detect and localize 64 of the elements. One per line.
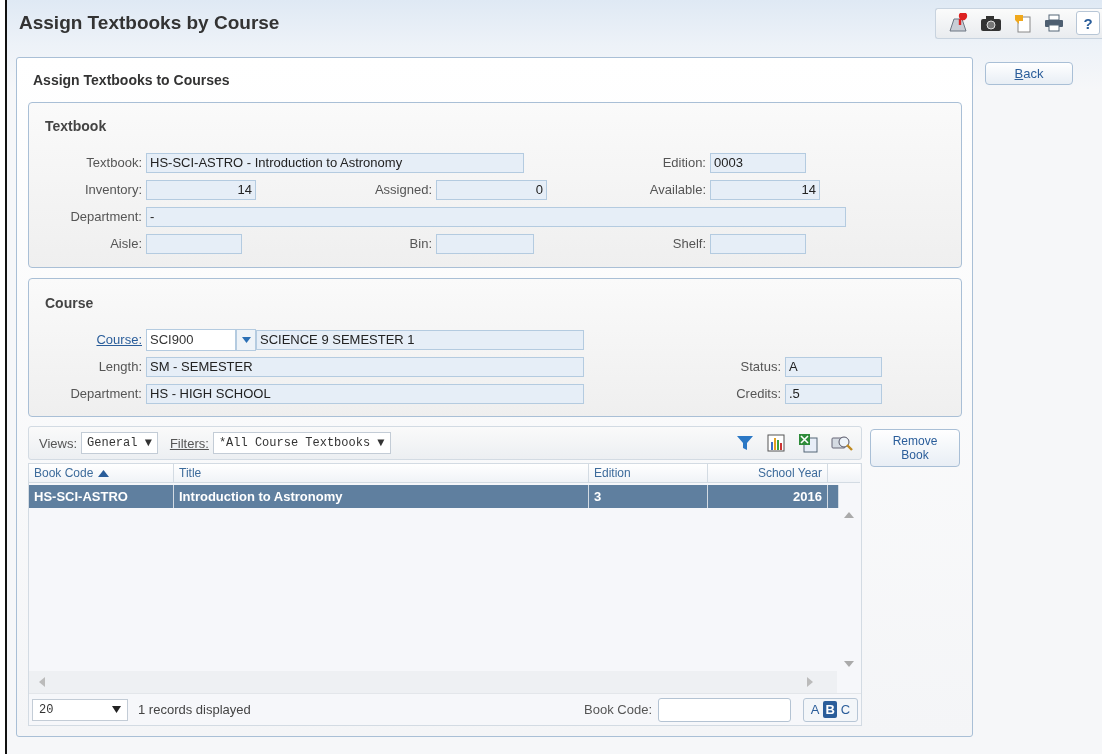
bar-chart-icon[interactable] [767, 434, 785, 452]
readonly-field: .5 [785, 383, 882, 404]
readonly-field: A [785, 356, 882, 377]
panel-title: Course [45, 294, 94, 311]
field-label: Shelf: [671, 236, 707, 251]
page-size-dropdown[interactable]: 20 [32, 698, 128, 721]
field-label: Credits: [735, 386, 782, 401]
table-cell[interactable] [828, 485, 839, 508]
readonly-field: SM - SEMESTER [146, 356, 584, 377]
document-icon[interactable] [1014, 13, 1032, 33]
column-header[interactable]: School Year [708, 464, 828, 483]
readonly-field: 14 [146, 179, 256, 200]
filters-dropdown[interactable]: *All Course Textbooks ▼ [212, 432, 391, 454]
field-label: Length: [97, 359, 143, 374]
scroll-down-icon[interactable] [844, 661, 854, 667]
field-label: Inventory: [83, 182, 143, 197]
column-header[interactable]: Book Code [29, 464, 174, 483]
course-code-field[interactable]: SCI900 [146, 328, 236, 351]
readonly-field: 14 [710, 179, 820, 200]
records-count: 1 records displayed [138, 702, 251, 717]
field-label: Department: [69, 386, 143, 401]
caret-icon [112, 706, 121, 713]
readonly-field: HS-SCI-ASTRO - Introduction to Astronomy [146, 152, 524, 173]
course-description-field: SCIENCE 9 SEMESTER 1 [256, 329, 584, 350]
camera-icon[interactable] [980, 14, 1002, 32]
spreadsheet-icon[interactable] [798, 433, 818, 453]
course-link[interactable]: Course: [29, 332, 146, 347]
search-label: Book Code: [584, 702, 652, 717]
caret-icon [241, 336, 251, 343]
views-label: Views: [39, 435, 78, 451]
table-cell[interactable]: Introduction to Astronomy [174, 485, 589, 508]
letter-toggle[interactable]: A B C [803, 697, 858, 722]
field-label: Aisle: [109, 236, 143, 251]
map-marker-icon[interactable] [948, 13, 968, 33]
help-button[interactable]: ? [1076, 11, 1100, 35]
views-dropdown[interactable]: General ▼ [81, 432, 158, 454]
column-header[interactable]: Title [174, 464, 589, 483]
field-label: Textbook: [85, 155, 143, 170]
field-label: Available: [648, 182, 707, 197]
field-label: Bin: [408, 236, 433, 251]
printer-icon[interactable] [1044, 14, 1064, 32]
panel-title: Textbook [45, 118, 107, 134]
readonly-field: - [146, 206, 846, 227]
section-title: Assign Textbooks to Courses [32, 71, 231, 90]
table-cell[interactable]: HS-SCI-ASTRO [29, 485, 174, 508]
back-button[interactable]: Back [985, 62, 1073, 85]
window-title: Assign Textbooks by Course [19, 12, 280, 34]
column-header[interactable]: Edition [589, 464, 708, 483]
scroll-up-icon[interactable] [844, 512, 854, 518]
readonly-field: HS - HIGH SCHOOL [146, 383, 584, 404]
field-label: Department: [69, 209, 143, 224]
field-label: Edition: [661, 155, 707, 170]
readonly-field: 0 [436, 179, 547, 200]
field-label: Status: [739, 359, 782, 374]
readonly-field: 0003 [710, 152, 806, 173]
remove-book-button[interactable]: Remove Book [870, 429, 960, 467]
table-cell[interactable]: 2016 [708, 485, 828, 508]
filter-icon[interactable] [736, 434, 754, 452]
print-preview-icon[interactable] [831, 433, 853, 453]
search-field[interactable] [658, 697, 791, 722]
table-cell[interactable]: 3 [589, 485, 708, 508]
field-label: Assigned: [373, 182, 433, 197]
filters-link[interactable]: Filters: [169, 435, 209, 451]
dropdown-button[interactable] [236, 328, 256, 351]
